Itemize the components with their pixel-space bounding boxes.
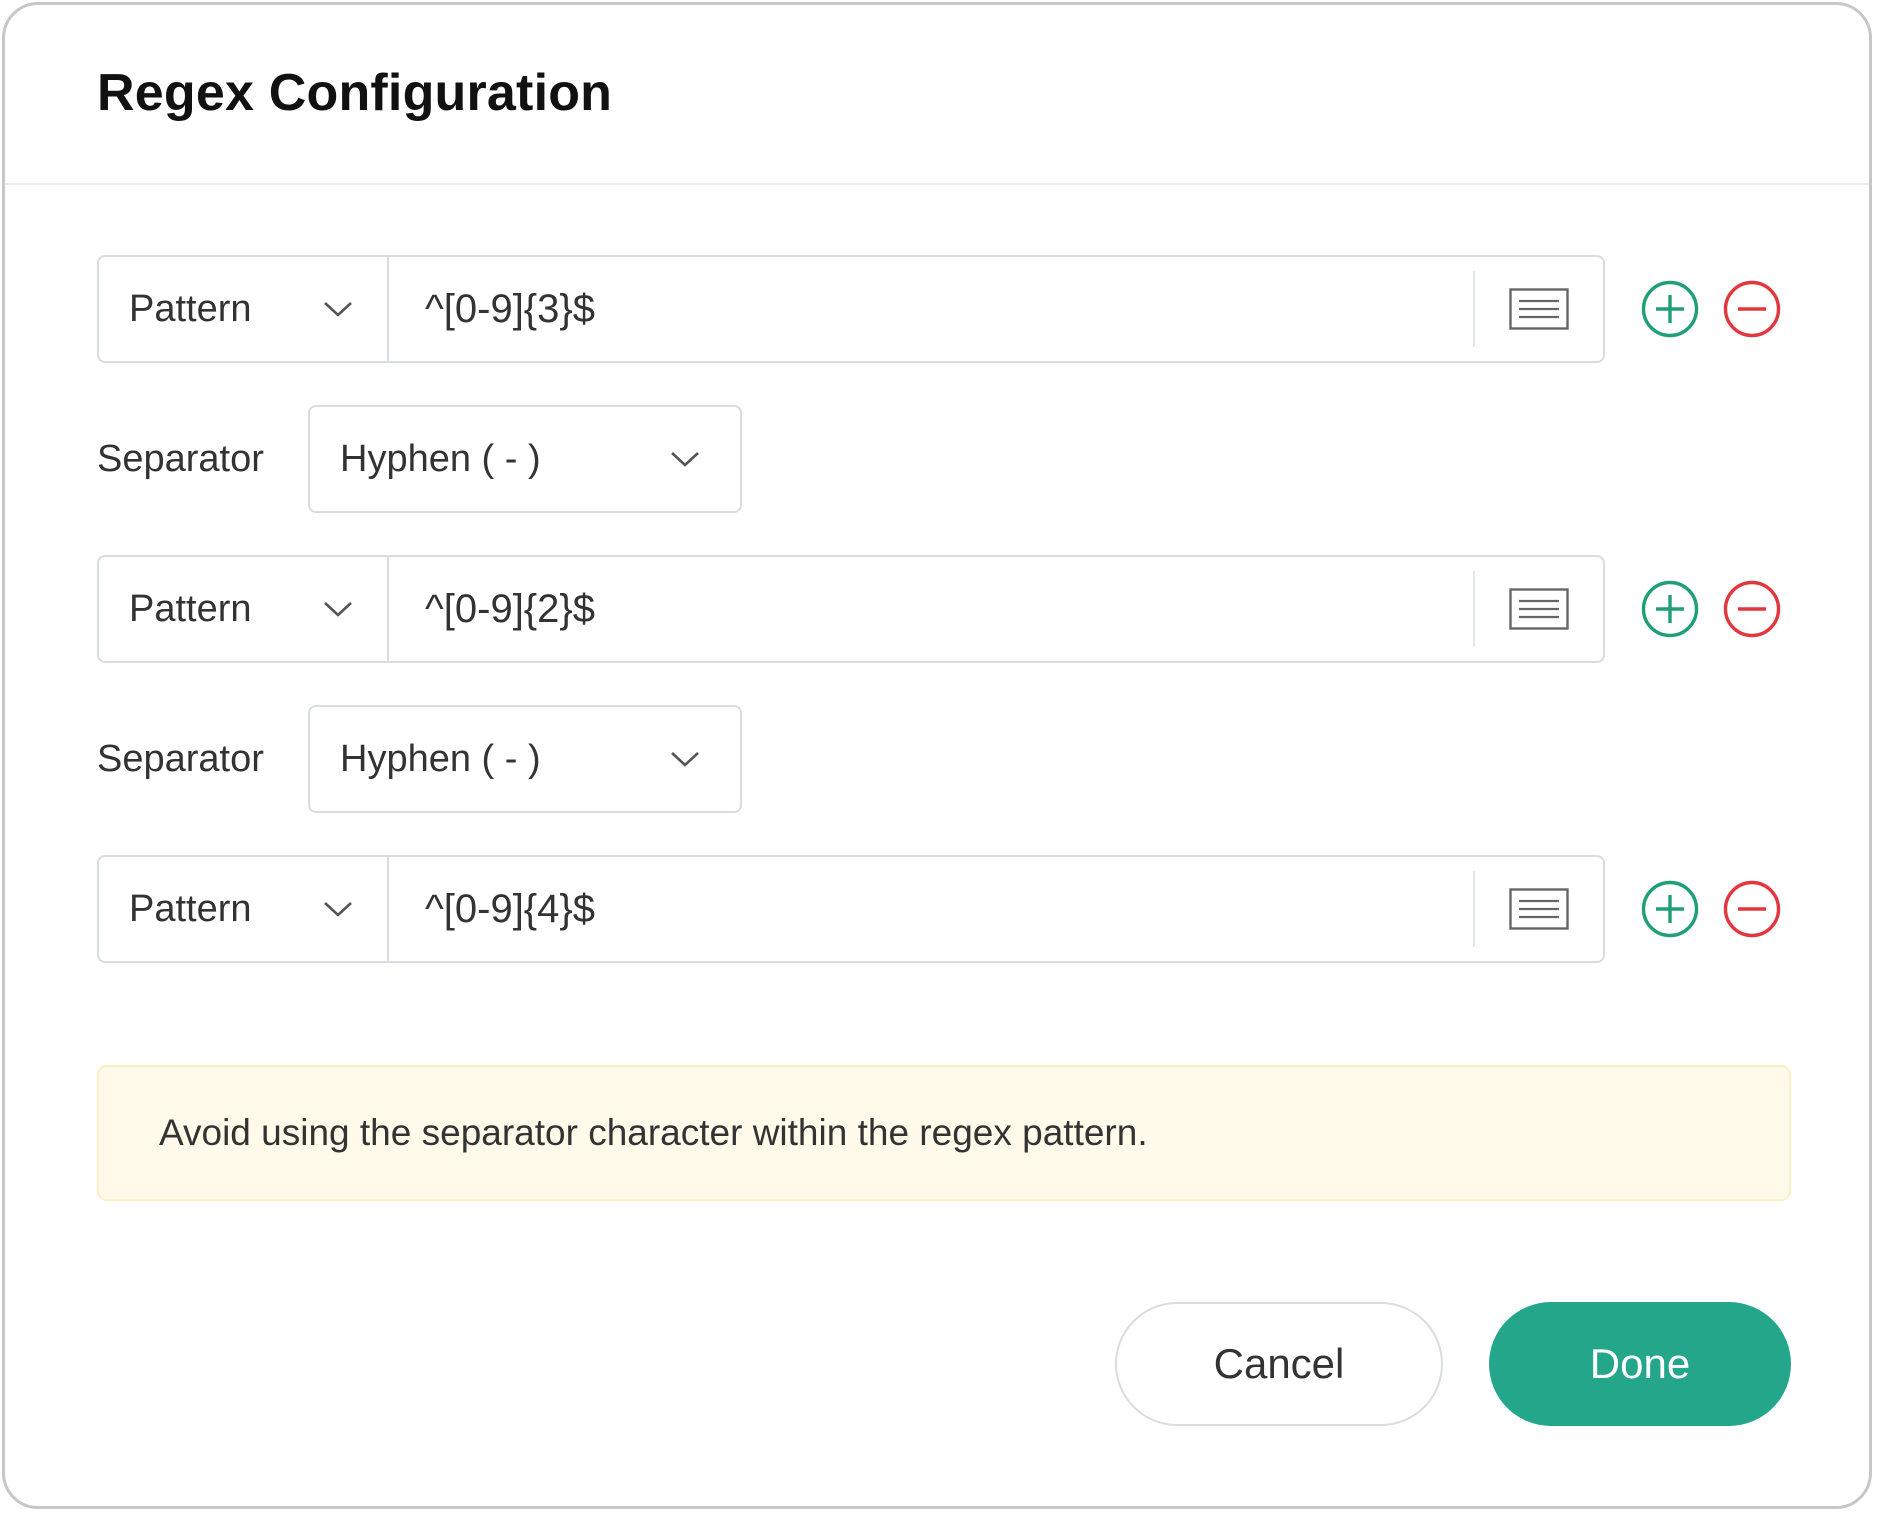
regex-input[interactable]: ^[0-9]{2}$ xyxy=(389,557,1473,661)
chevron-down-icon xyxy=(323,894,353,924)
separator-select[interactable]: Hyphen ( - ) xyxy=(308,405,742,513)
minus-circle-icon[interactable] xyxy=(1723,280,1781,338)
list-icon[interactable] xyxy=(1473,871,1603,947)
chevron-down-icon xyxy=(670,444,700,474)
pattern-type-select[interactable]: Pattern xyxy=(99,857,389,961)
regex-input[interactable]: ^[0-9]{4}$ xyxy=(389,857,1473,961)
pattern-group: Pattern ^[0-9]{4}$ xyxy=(97,855,1605,963)
row-actions xyxy=(1641,855,1781,963)
separator-label: Separator xyxy=(97,737,264,780)
pattern-type-label: Pattern xyxy=(129,587,252,630)
pattern-type-label: Pattern xyxy=(129,287,252,330)
row-actions xyxy=(1641,255,1781,363)
separator-value: Hyphen ( - ) xyxy=(340,437,541,480)
separator-warning-banner: Avoid using the separator character with… xyxy=(97,1065,1791,1201)
regex-configuration-dialog: Regex Configuration Pattern ^[0-9]{3}$ S… xyxy=(2,2,1872,1509)
pattern-row-1: Pattern ^[0-9]{3}$ xyxy=(97,255,1781,363)
separator-row-1: Separator Hyphen ( - ) xyxy=(97,405,742,513)
plus-circle-icon[interactable] xyxy=(1641,880,1699,938)
regex-input[interactable]: ^[0-9]{3}$ xyxy=(389,257,1473,361)
row-actions xyxy=(1641,555,1781,663)
warning-text: Avoid using the separator character with… xyxy=(159,1112,1148,1153)
separator-row-2: Separator Hyphen ( - ) xyxy=(97,705,742,813)
pattern-group: Pattern ^[0-9]{3}$ xyxy=(97,255,1605,363)
pattern-group: Pattern ^[0-9]{2}$ xyxy=(97,555,1605,663)
cancel-button[interactable]: Cancel xyxy=(1115,1302,1443,1426)
chevron-down-icon xyxy=(670,744,700,774)
pattern-type-select[interactable]: Pattern xyxy=(99,557,389,661)
minus-circle-icon[interactable] xyxy=(1723,880,1781,938)
dialog-header: Regex Configuration xyxy=(5,5,1869,185)
pattern-type-label: Pattern xyxy=(129,887,252,930)
separator-value: Hyphen ( - ) xyxy=(340,737,541,780)
separator-label: Separator xyxy=(97,437,264,480)
list-icon[interactable] xyxy=(1473,271,1603,347)
separator-select[interactable]: Hyphen ( - ) xyxy=(308,705,742,813)
minus-circle-icon[interactable] xyxy=(1723,580,1781,638)
chevron-down-icon xyxy=(323,594,353,624)
pattern-row-3: Pattern ^[0-9]{4}$ xyxy=(97,855,1781,963)
plus-circle-icon[interactable] xyxy=(1641,280,1699,338)
plus-circle-icon[interactable] xyxy=(1641,580,1699,638)
dialog-title: Regex Configuration xyxy=(97,64,613,122)
chevron-down-icon xyxy=(323,294,353,324)
pattern-row-2: Pattern ^[0-9]{2}$ xyxy=(97,555,1781,663)
list-icon[interactable] xyxy=(1473,571,1603,647)
pattern-type-select[interactable]: Pattern xyxy=(99,257,389,361)
done-button[interactable]: Done xyxy=(1489,1302,1791,1426)
